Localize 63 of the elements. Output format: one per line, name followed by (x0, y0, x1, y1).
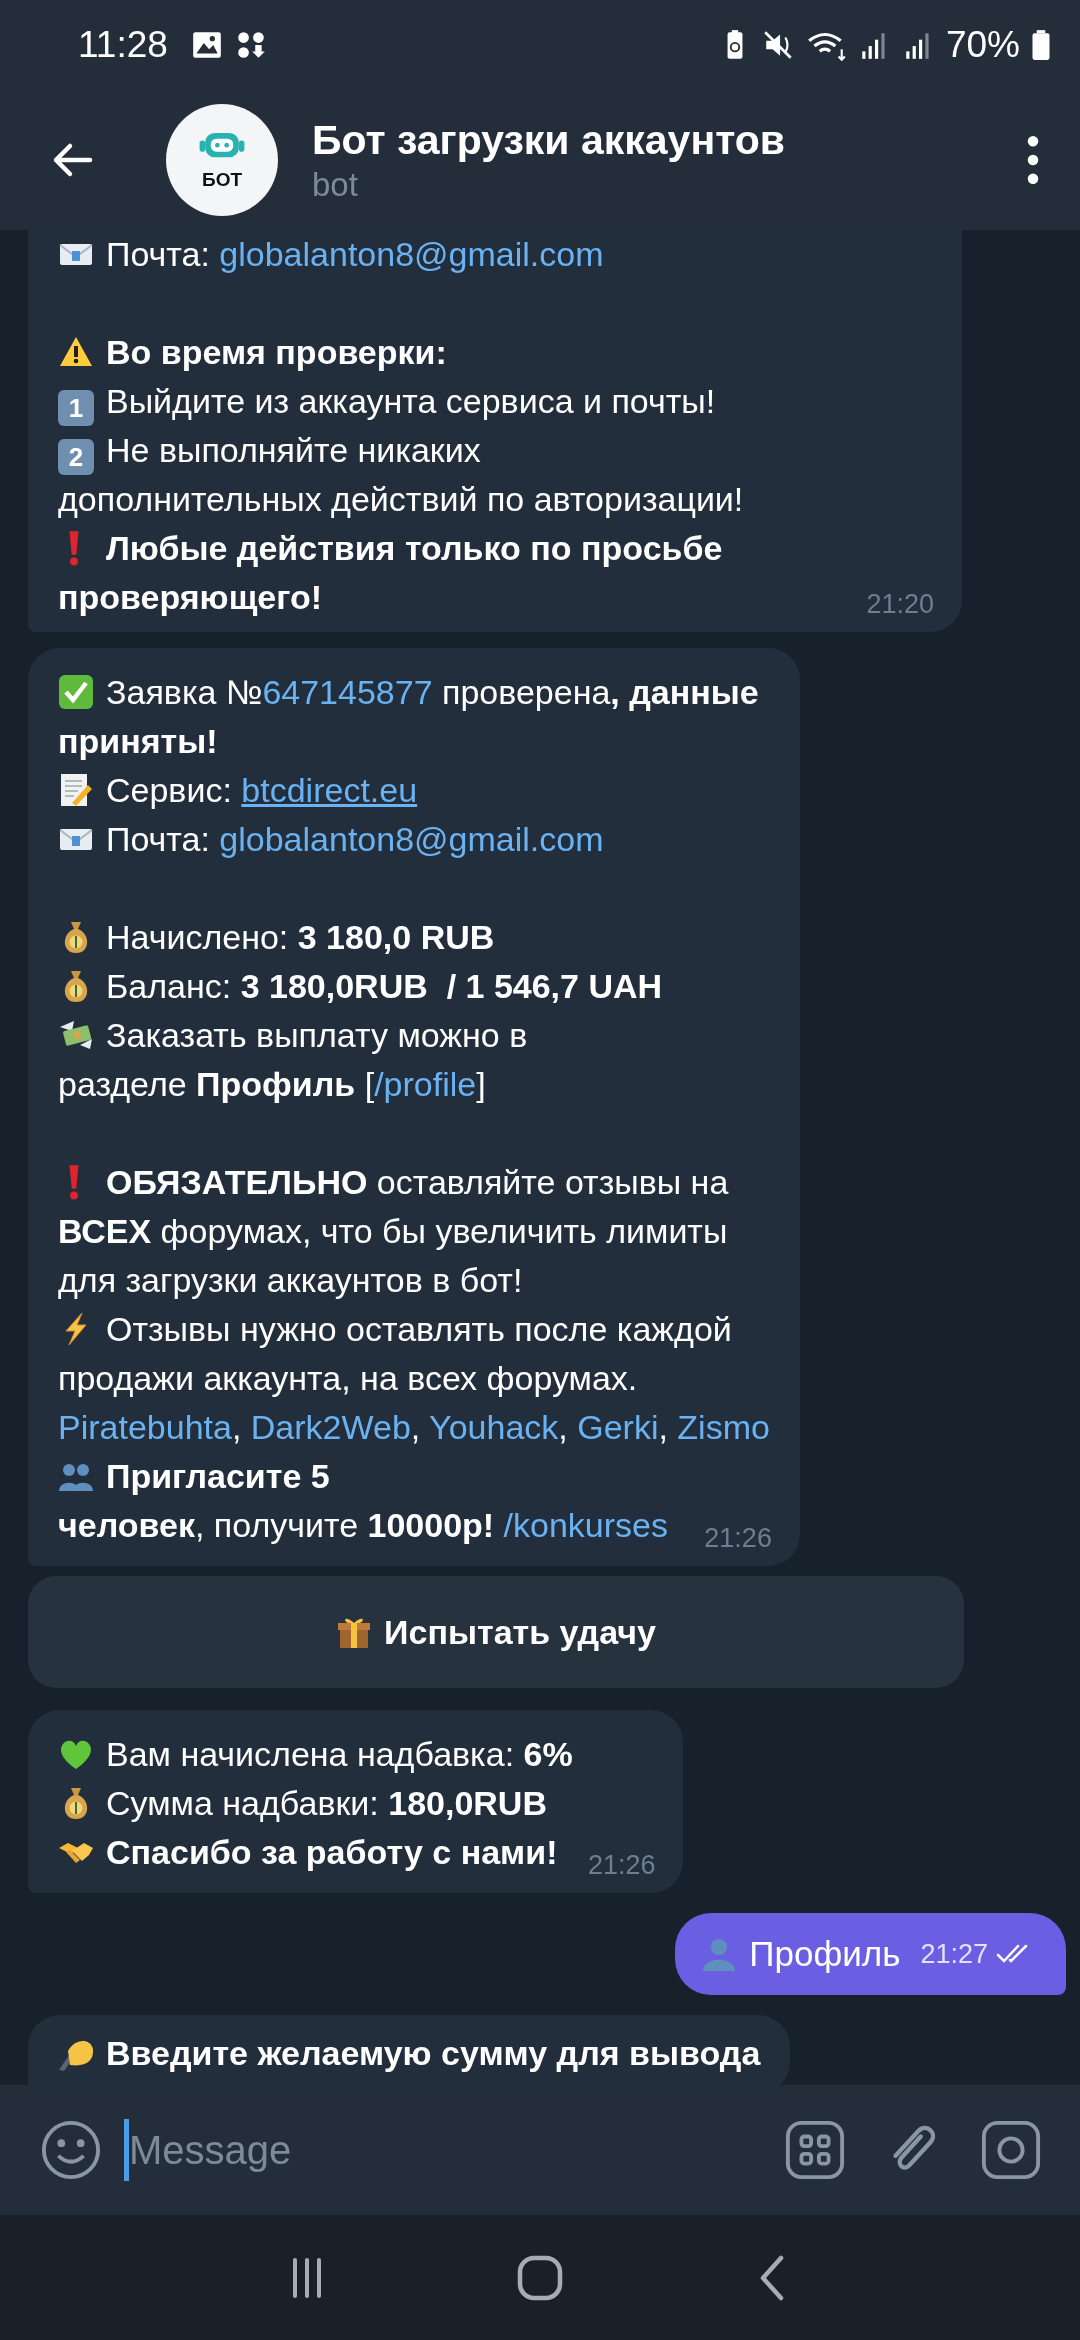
message-text: Любые действия только по просьбе (106, 529, 723, 567)
message-time: 21:20 (866, 589, 934, 620)
avatar-label: БОТ (201, 169, 242, 191)
message-text: ВСЕХ форумах, что бы увеличить лимиты (58, 1212, 728, 1250)
inline-button[interactable]: Испытать удачу (28, 1576, 964, 1688)
message-text: Баланс: 3 180,0RUB / 1 546,7 UAH (106, 967, 663, 1005)
message-text: Профиль (749, 1934, 901, 1974)
link[interactable]: 647145877 (262, 673, 433, 711)
message-time: 21:27 (920, 1938, 988, 1970)
grid-icon[interactable] (784, 2119, 846, 2181)
message-text: ОБЯЗАТЕЛЬНО оставляйте отзывы на (106, 1163, 729, 1201)
status-time: 11:28 (78, 24, 168, 66)
chat-title: Бот загрузки аккаунтов (312, 116, 786, 164)
exclamation-icon (68, 1164, 80, 1200)
camera-icon[interactable] (980, 2119, 1042, 2181)
link[interactable]: Gerki (577, 1408, 659, 1446)
message-text: Отзывы нужно оставлять после каждой (106, 1310, 732, 1348)
battery-percent: 70% (945, 24, 1020, 66)
message-text: Почта: globalanton8@gmail.com (106, 235, 604, 273)
text-cursor (124, 2119, 129, 2181)
link[interactable]: globalanton8@gmail.com (219, 820, 604, 858)
message-text: Начислено: 3 180,0 RUB (106, 918, 495, 956)
message-text: человек, получите 10000р! /konkurses (58, 1506, 668, 1544)
emoji-icon[interactable] (40, 2119, 102, 2181)
message-text: Во время проверки: (106, 333, 447, 371)
message-text: Заявка №647145877 проверена, данные (106, 673, 759, 711)
chat-subtitle: bot (312, 165, 359, 204)
message-text: Выйдите из аккаунта сервиса и почты! (106, 382, 716, 420)
message-text: дополнительных действий по авторизации! (58, 480, 744, 518)
message-text: Заказать выплату можно в (106, 1016, 528, 1054)
exclamation-icon (68, 530, 80, 566)
message-text: приняты! (58, 722, 218, 760)
check-icon (58, 674, 94, 710)
message-text: Пригласите 5 (106, 1457, 330, 1495)
link[interactable]: Youhack (429, 1408, 559, 1446)
message-text: для загрузки аккаунтов в бот! (58, 1261, 523, 1299)
message-text: Вам начислена надбавка: 6% (106, 1735, 573, 1773)
message-text: Спасибо за работу с нами! (106, 1833, 558, 1871)
person-icon (701, 1936, 738, 1972)
message-text: Piratebuhta, Dark2Web, Youhack, Gerki, Zismo (58, 1408, 770, 1446)
message-time: 21:26 (587, 1850, 656, 1881)
link[interactable]: Dark2Web (250, 1408, 411, 1446)
link[interactable]: Zismo (677, 1408, 770, 1446)
link[interactable]: /profile (374, 1065, 477, 1103)
home-icon[interactable] (516, 2253, 564, 2302)
message-text: разделе Профиль [/profile] (58, 1065, 486, 1103)
message-text: Не выполняйте никаких (106, 431, 481, 469)
link[interactable]: btcdirect.eu (241, 771, 418, 809)
message-text: Почта: globalanton8@gmail.com (106, 820, 604, 858)
message-time: 21:26 (704, 1523, 772, 1554)
link[interactable]: Piratebuhta (58, 1408, 232, 1446)
keycap-number: 2 (58, 439, 94, 475)
keycap-number: 1 (58, 390, 94, 426)
message-text: продажи аккаунта, на всех форумах. (58, 1359, 638, 1397)
link[interactable]: globalanton8@gmail.com (219, 235, 604, 273)
message-text: проверяющего! (58, 578, 323, 616)
memo-icon (58, 772, 94, 808)
message-text: Сервис: btcdirect.eu (106, 771, 418, 809)
message-text: Сумма надбавки: 180,0RUB (106, 1784, 547, 1822)
link[interactable]: /konkurses (503, 1506, 668, 1544)
bot-avatar[interactable]: БОТ (166, 104, 278, 216)
battery-icon (1030, 28, 1052, 62)
message-text: Введите желаемую сумму для вывода (106, 2034, 761, 2072)
